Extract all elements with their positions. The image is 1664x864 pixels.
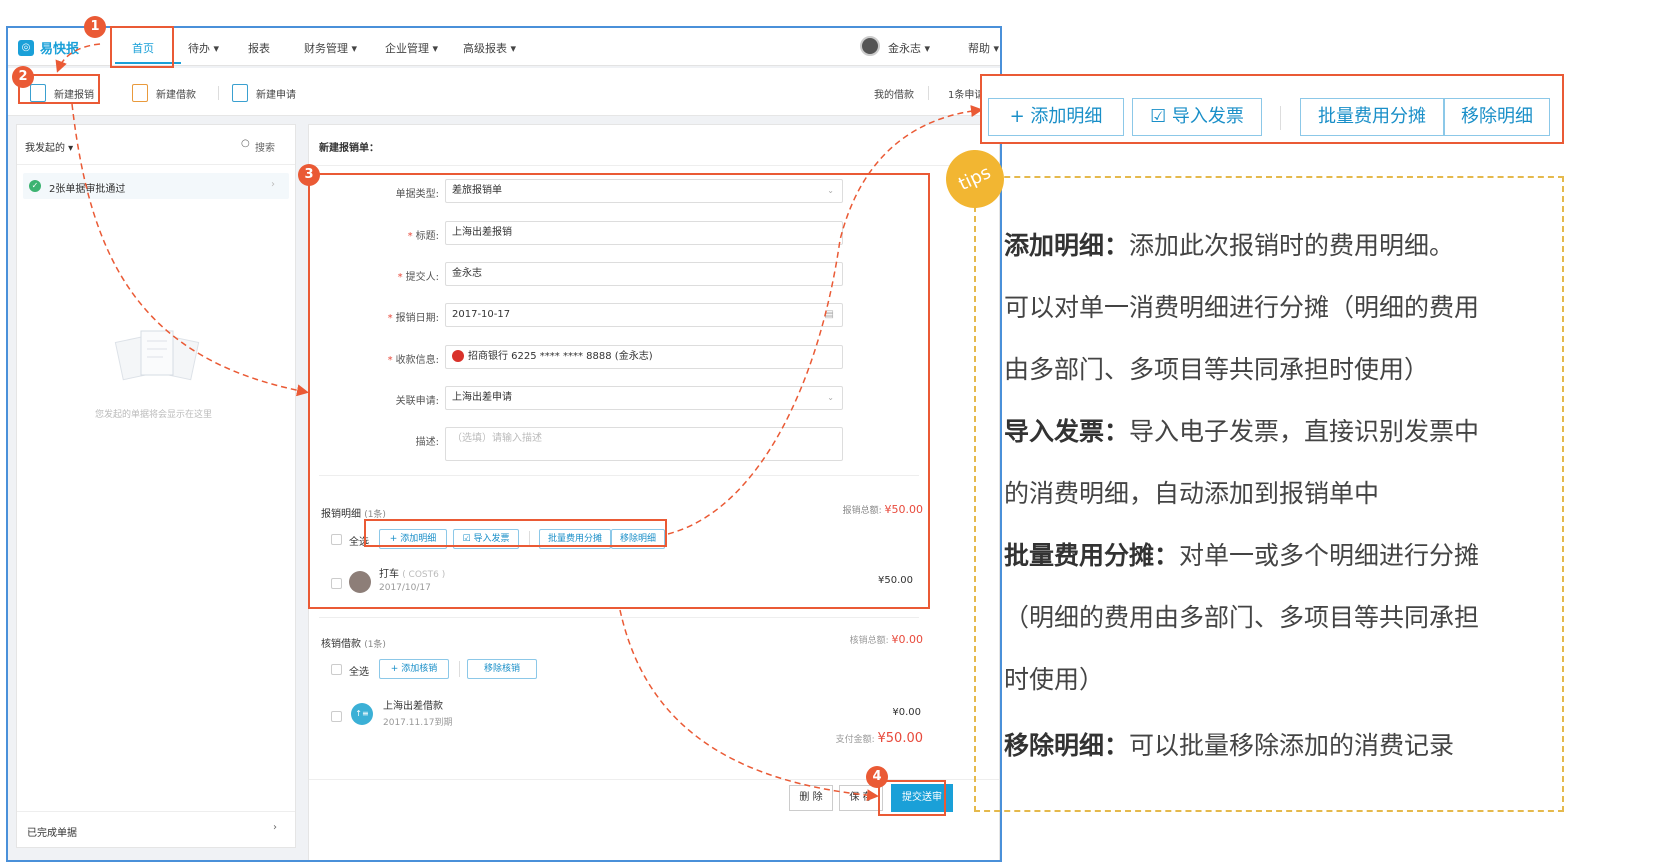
zoom-add-detail-button[interactable]: + 添加明细 xyxy=(988,98,1124,136)
tip-batch-line1: 批量费用分摊：对单一或多个明细进行分摊 xyxy=(1004,541,1480,570)
tip-import-line1: 导入发票：导入电子发票，直接识别发票中 xyxy=(1004,417,1480,446)
zoom-remove-detail-button[interactable]: 移除明细 xyxy=(1444,98,1550,136)
tip-remove-line: 移除明细：可以批量移除添加的消费记录 xyxy=(1004,731,1455,760)
tip-import-line2: 的消费明细，自动添加到报销单中 xyxy=(1004,479,1380,508)
tip-add-line3: 由多部门、多项目等共同承担时使用） xyxy=(1004,355,1430,384)
tip-add-line1: 添加明细：添加此次报销时的费用明细。 xyxy=(1004,231,1455,260)
divider xyxy=(1280,106,1281,130)
tip-add-line2: 可以对单一消费明细进行分摊（明细的费用 xyxy=(1004,293,1480,322)
tip-batch-line3: 时使用） xyxy=(1004,665,1105,694)
zoom-import-invoice-button[interactable]: ☑ 导入发票 xyxy=(1132,98,1262,136)
zoomed-buttons-panel: + 添加明细 ☑ 导入发票 批量费用分摊 移除明细 xyxy=(980,74,1564,144)
tip-batch-line2: （明细的费用由多部门、多项目等共同承担 xyxy=(1004,603,1480,632)
zoom-batch-allocate-button[interactable]: 批量费用分摊 xyxy=(1300,98,1444,136)
